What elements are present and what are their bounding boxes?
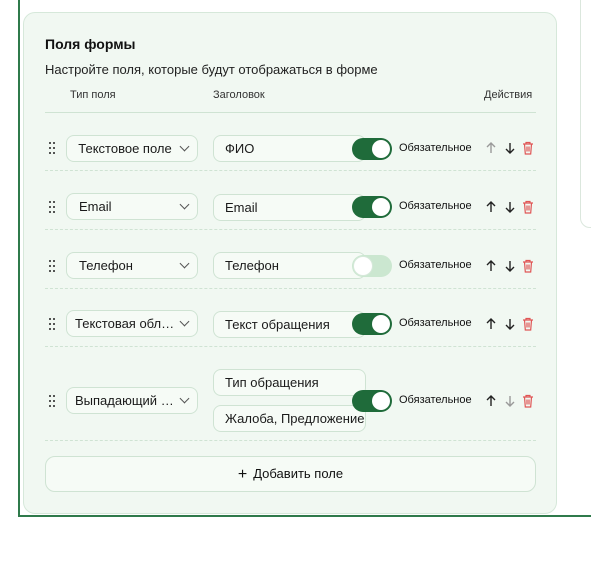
side-card xyxy=(580,0,591,228)
trash-icon[interactable] xyxy=(522,394,534,408)
arrow-down-icon[interactable] xyxy=(504,317,516,331)
plus-icon: + xyxy=(237,466,248,483)
field-type-select[interactable]: Текстовое поле xyxy=(66,135,198,162)
required-toggle[interactable] xyxy=(352,196,392,218)
row-divider xyxy=(45,229,536,230)
arrow-up-icon[interactable] xyxy=(485,317,497,331)
toggle-knob xyxy=(372,315,390,333)
drag-handle-icon[interactable] xyxy=(49,395,55,407)
arrow-up-icon[interactable] xyxy=(485,141,497,155)
toggle-knob xyxy=(372,140,390,158)
field-type-value: Email xyxy=(79,199,112,214)
field-type-select[interactable]: Текстовая область xyxy=(66,310,198,337)
add-field-label: Добавить поле xyxy=(253,466,344,481)
header-type: Тип поля xyxy=(70,89,116,101)
required-label: Обязательное xyxy=(399,142,472,154)
required-toggle[interactable] xyxy=(352,390,392,412)
field-title-input[interactable]: Телефон xyxy=(213,252,366,279)
chevron-down-icon xyxy=(179,199,190,210)
arrow-down-icon[interactable] xyxy=(504,259,516,273)
drag-handle-icon[interactable] xyxy=(49,142,55,154)
trash-icon[interactable] xyxy=(522,141,534,155)
trash-icon[interactable] xyxy=(522,200,534,214)
field-type-value: Выпадающий список xyxy=(75,393,198,408)
field-title-input[interactable]: Тип обращения xyxy=(213,369,366,396)
row-divider xyxy=(45,346,536,347)
toggle-knob xyxy=(372,198,390,216)
header-label: Заголовок xyxy=(213,89,265,101)
chevron-down-icon xyxy=(179,141,190,152)
field-title-input[interactable]: ФИО xyxy=(213,135,366,162)
toggle-knob xyxy=(372,392,390,410)
required-label: Обязательное xyxy=(399,259,472,271)
required-label: Обязательное xyxy=(399,317,472,329)
panel-subtitle: Настройте поля, которые будут отображать… xyxy=(45,62,378,77)
drag-handle-icon[interactable] xyxy=(49,201,55,213)
drag-handle-icon[interactable] xyxy=(49,260,55,272)
trash-icon[interactable] xyxy=(522,317,534,331)
arrow-up-icon[interactable] xyxy=(485,200,497,214)
trash-icon[interactable] xyxy=(522,259,534,273)
arrow-down-icon[interactable] xyxy=(504,200,516,214)
header-divider xyxy=(45,112,536,113)
arrow-up-icon[interactable] xyxy=(485,259,497,273)
required-toggle[interactable] xyxy=(352,313,392,335)
required-toggle[interactable] xyxy=(352,255,392,277)
field-type-select[interactable]: Телефон xyxy=(66,252,198,279)
field-title-input[interactable]: Текст обращения xyxy=(213,311,366,338)
dropdown-options-input[interactable]: Жалоба, Предложение xyxy=(213,405,366,432)
row-divider xyxy=(45,170,536,171)
field-title-input[interactable]: Email xyxy=(213,194,366,221)
required-toggle[interactable] xyxy=(352,138,392,160)
field-type-value: Текстовая область xyxy=(75,316,188,331)
required-label: Обязательное xyxy=(399,394,472,406)
arrow-up-icon[interactable] xyxy=(485,394,497,408)
field-type-select[interactable]: Выпадающий список xyxy=(66,387,198,414)
toggle-knob xyxy=(354,257,372,275)
required-label: Обязательное xyxy=(399,200,472,212)
field-type-value: Телефон xyxy=(79,258,133,273)
add-field-button[interactable]: + Добавить поле xyxy=(45,456,536,492)
chevron-down-icon xyxy=(179,258,190,269)
header-actions: Действия xyxy=(484,89,533,101)
arrow-down-icon[interactable] xyxy=(504,394,516,408)
drag-handle-icon[interactable] xyxy=(49,318,55,330)
row-divider xyxy=(45,288,536,289)
field-type-select[interactable]: Email xyxy=(66,193,198,220)
row-divider xyxy=(45,440,536,441)
panel-title: Поля формы xyxy=(45,36,136,52)
field-type-value: Текстовое поле xyxy=(78,141,172,156)
arrow-down-icon[interactable] xyxy=(504,141,516,155)
